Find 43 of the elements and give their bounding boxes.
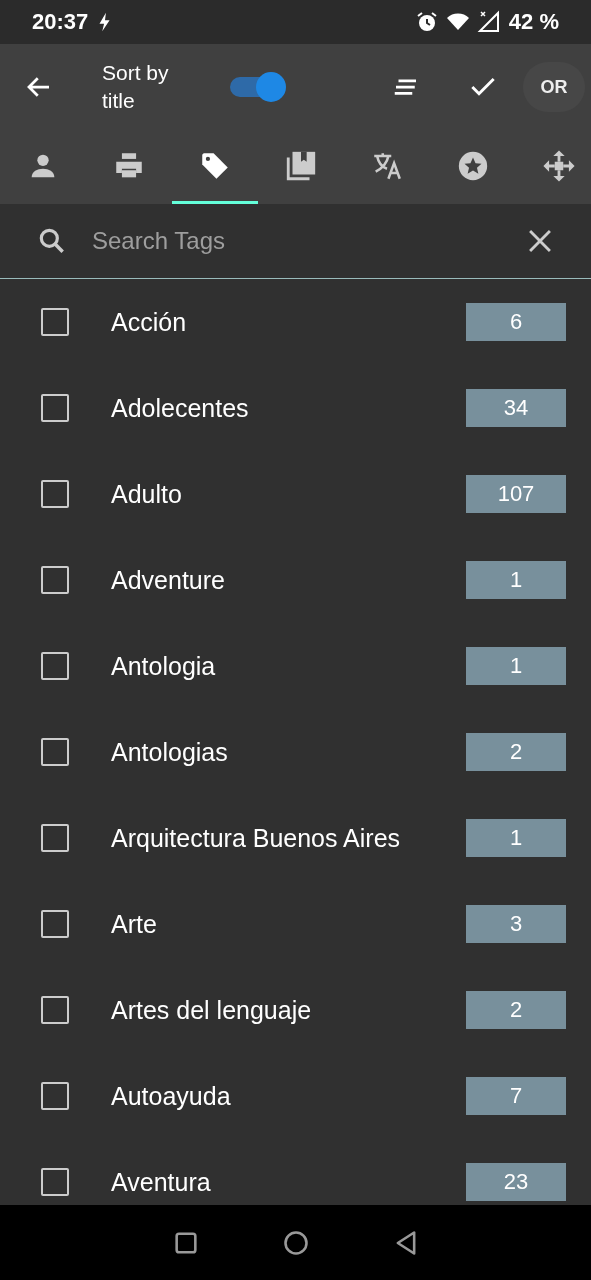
signal-icon — [476, 10, 501, 34]
search-field[interactable]: Search Tags — [90, 220, 523, 262]
sort-toggle[interactable] — [230, 70, 286, 104]
tag-name: Arte — [111, 909, 158, 939]
tag-count: 2 — [466, 991, 566, 1029]
tag-checkbox[interactable] — [41, 566, 69, 594]
tag-name: Adventure — [111, 565, 226, 595]
or-button[interactable]: OR — [523, 62, 585, 112]
sort-label: Sort by title — [102, 60, 170, 114]
battery-percentage: 42 % — [508, 9, 559, 35]
circle-icon — [281, 1228, 310, 1257]
tag-checkbox[interactable] — [41, 1082, 69, 1110]
tag-count: 1 — [466, 647, 566, 685]
tag-name: Acción — [111, 307, 188, 337]
tag-name: Artes del lenguaje — [111, 995, 313, 1025]
tag-name: Adulto — [111, 479, 183, 509]
tag-count: 107 — [466, 475, 566, 513]
tag-name: Arquitectura Buenos Aires — [111, 823, 402, 853]
tag-checkbox[interactable] — [41, 910, 69, 938]
tag-name: Autoayuda — [111, 1081, 232, 1111]
tag-name: Antologia — [111, 651, 217, 681]
home-button[interactable] — [281, 1228, 310, 1257]
tag-checkbox[interactable] — [41, 480, 69, 508]
clock-time: 20:37 — [32, 9, 89, 35]
tag-count: 6 — [466, 303, 566, 341]
tag-checkbox[interactable] — [41, 308, 69, 336]
tag-checkbox[interactable] — [41, 1168, 69, 1196]
tag-count: 7 — [466, 1077, 566, 1115]
tag-count: 3 — [466, 905, 566, 943]
tag-count: 2 — [466, 733, 566, 771]
tag-count: 1 — [466, 819, 566, 857]
tag-checkbox[interactable] — [41, 996, 69, 1024]
tag-checkbox[interactable] — [41, 738, 69, 766]
tag-name: Adolecentes — [111, 393, 250, 423]
tag-count: 1 — [466, 561, 566, 599]
tag-checkbox[interactable] — [41, 652, 69, 680]
four-arrows-icon — [542, 148, 576, 183]
tag-checkbox[interactable] — [41, 394, 69, 422]
tag-name: Aventura — [111, 1167, 212, 1197]
tag-count: 34 — [466, 389, 566, 427]
tag-count: 23 — [466, 1163, 566, 1201]
tag-name: Antologias — [111, 737, 229, 767]
tag-checkbox[interactable] — [41, 824, 69, 852]
